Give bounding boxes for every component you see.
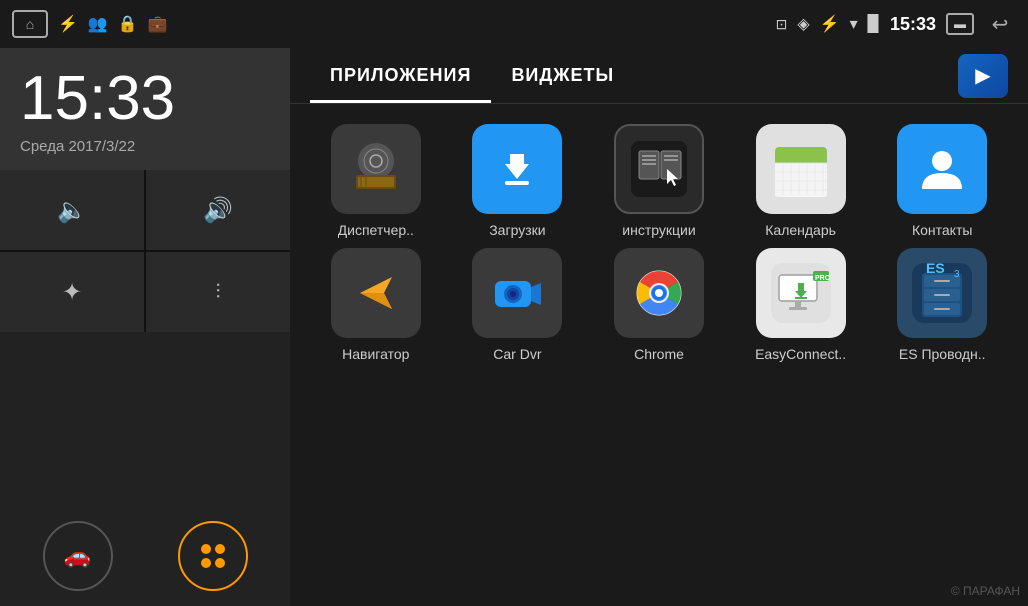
play-store-button[interactable] [958, 54, 1008, 98]
svg-text:PRO: PRO [815, 275, 831, 282]
app-esfile[interactable]: ES 3 ES Проводн.. [876, 248, 1008, 362]
volume-up-button[interactable]: 🔊 [146, 170, 290, 250]
instructions-label: инструкции [622, 222, 695, 238]
clock-area: 15:33 Среда 2017/3/22 [0, 48, 290, 170]
bluetooth-icon: ⚡ [820, 14, 840, 34]
brightness-button[interactable]: ✦ [0, 252, 144, 332]
app-instructions[interactable]: инструкции [593, 124, 725, 238]
apps-dots [201, 544, 225, 568]
location-icon: ◈ [797, 14, 809, 34]
status-time: 15:33 [890, 14, 936, 35]
app-dispatcher[interactable]: Диспетчер.. [310, 124, 442, 238]
dispatcher-label: Диспетчер.. [338, 222, 414, 238]
app-contacts[interactable]: Контакты [876, 124, 1008, 238]
quick-controls: 🔈 🔊 ✦ ⫶ [0, 170, 290, 332]
tabs-bar: ПРИЛОЖЕНИЯ ВИДЖЕТЫ [290, 48, 1028, 104]
clock-time: 15:33 [20, 68, 270, 130]
bottom-nav: 🚗 [0, 506, 290, 606]
app-chrome[interactable]: Chrome [593, 248, 725, 362]
apps-nav-button[interactable] [178, 521, 248, 591]
lock-icon: 🔒 [118, 14, 138, 34]
car-nav-button[interactable]: 🚗 [43, 521, 113, 591]
watermark: © ПАРАФАН [951, 584, 1020, 598]
instructions-icon [614, 124, 704, 214]
cardvr-label: Car Dvr [493, 346, 541, 362]
calendar-icon [756, 124, 846, 214]
clock-date: Среда 2017/3/22 [20, 138, 270, 155]
easyconnect-label: EasyConnect.. [755, 346, 846, 362]
status-right: ⊡ ◈ ⚡ ▾ ▉ 15:33 ▬ ↩ [776, 8, 1016, 40]
bag-icon: 💼 [148, 14, 168, 34]
chrome-label: Chrome [634, 346, 684, 362]
app-cardvr[interactable]: Car Dvr [452, 248, 584, 362]
back-button[interactable]: ↩ [984, 8, 1016, 40]
easyconnect-icon: PRO [756, 248, 846, 338]
users-icon: 👥 [88, 14, 108, 34]
downloads-label: Загрузки [489, 222, 545, 238]
tab-apps[interactable]: ПРИЛОЖЕНИЯ [310, 48, 491, 103]
dot-2 [215, 544, 225, 554]
calendar-label: Календарь [765, 222, 836, 238]
battery-icon: ▬ [946, 13, 974, 35]
dot-4 [215, 558, 225, 568]
usb-icon: ⚡ [58, 14, 78, 34]
app-calendar[interactable]: Календарь [735, 124, 867, 238]
app-grid: Диспетчер.. Загрузки [290, 104, 1028, 382]
status-left: ⌂ ⚡ 👥 🔒 💼 [12, 10, 168, 38]
volume-down-button[interactable]: 🔈 [0, 170, 144, 250]
chrome-icon [614, 248, 704, 338]
navigator-label: Навигатор [342, 346, 409, 362]
svg-text:3: 3 [954, 269, 960, 280]
equalizer-button[interactable]: ⫶ [146, 252, 290, 332]
esfile-label: ES Проводн.. [899, 346, 986, 362]
cast-icon: ⊡ [776, 16, 788, 33]
app-easyconnect[interactable]: PRO EasyConnect.. [735, 248, 867, 362]
signal-icon: ▉ [868, 14, 880, 34]
tab-widgets[interactable]: ВИДЖЕТЫ [491, 48, 634, 103]
svg-text:ES: ES [926, 263, 945, 276]
right-panel: ПРИЛОЖЕНИЯ ВИДЖЕТЫ Диспетчер.. [290, 48, 1028, 606]
downloads-icon [472, 124, 562, 214]
app-downloads[interactable]: Загрузки [452, 124, 584, 238]
dispatcher-icon [331, 124, 421, 214]
cardvr-icon [472, 248, 562, 338]
app-navigator[interactable]: Навигатор [310, 248, 442, 362]
dot-1 [201, 544, 211, 554]
dot-3 [201, 558, 211, 568]
wifi-icon: ▾ [850, 14, 858, 34]
navigator-icon [331, 248, 421, 338]
contacts-icon [897, 124, 987, 214]
left-panel: 15:33 Среда 2017/3/22 🔈 🔊 ✦ ⫶ 🚗 [0, 48, 290, 606]
contacts-label: Контакты [912, 222, 972, 238]
home-button[interactable]: ⌂ [12, 10, 48, 38]
esfile-icon: ES 3 [897, 248, 987, 338]
status-bar: ⌂ ⚡ 👥 🔒 💼 ⊡ ◈ ⚡ ▾ ▉ 15:33 ▬ ↩ [0, 0, 1028, 48]
